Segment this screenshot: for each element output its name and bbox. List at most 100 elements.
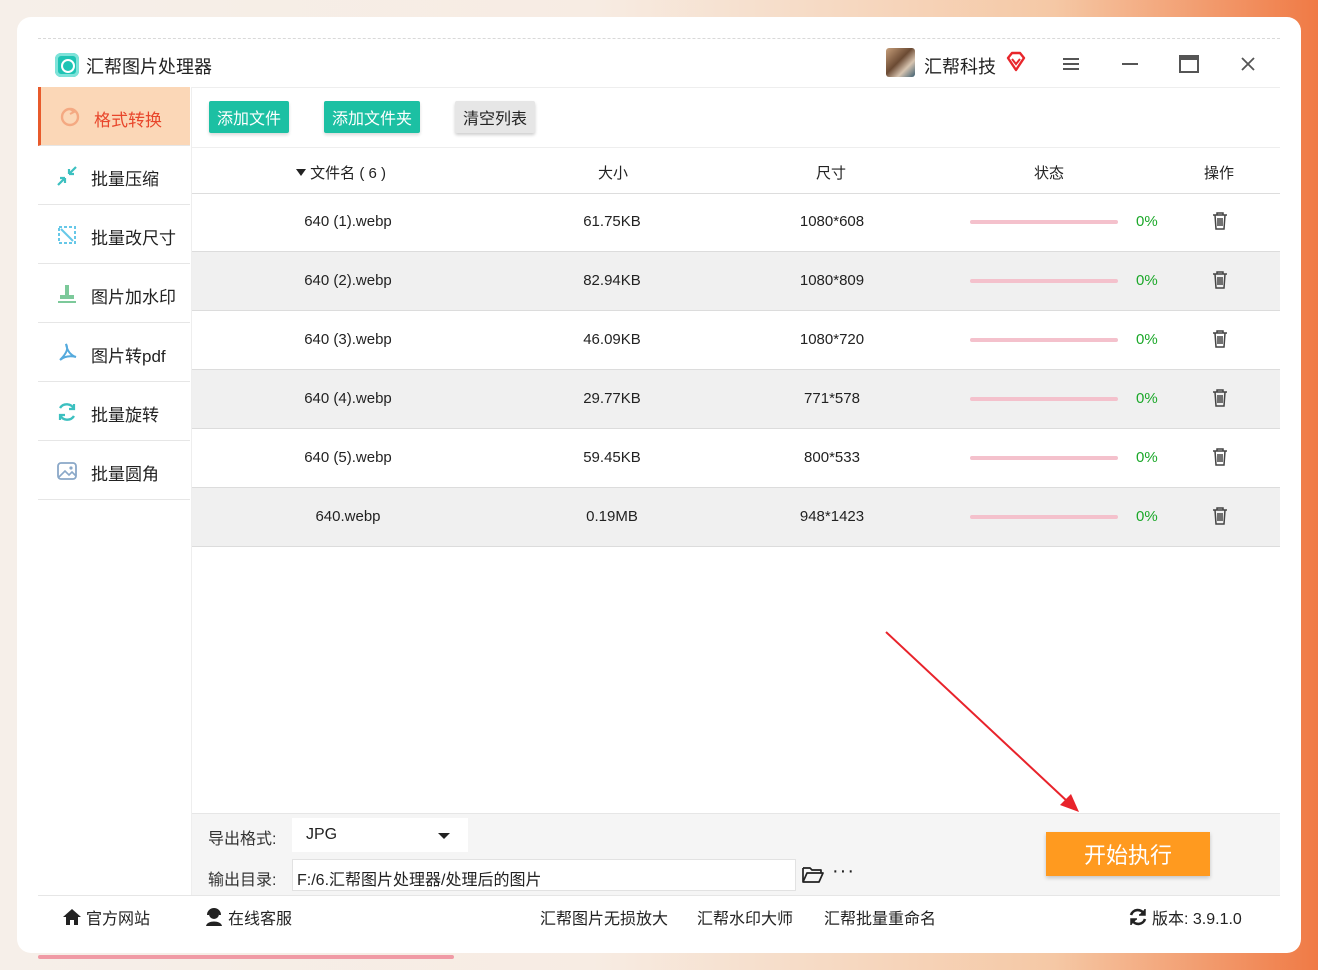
stamp-icon: [58, 285, 76, 303]
file-dimensions: 1080*608: [799, 213, 865, 230]
progress-percent: 0%: [1136, 213, 1158, 230]
header-dimensions: 尺寸: [816, 165, 847, 182]
progress-percent: 0%: [1136, 449, 1158, 466]
file-name: 640.webp: [315, 508, 381, 525]
table-row[interactable]: 640 (4).webp 29.77KB 771*578 0%: [192, 370, 1280, 429]
sort-name-header[interactable]: 文件名 ( 6 ): [296, 162, 386, 183]
sidebar-item-format-convert[interactable]: 格式转换: [38, 87, 190, 146]
add-folder-button[interactable]: 添加文件夹: [324, 101, 420, 133]
sidebar: 格式转换 批量压缩 批量改尺寸 图片加水印 图片转pdf 批量旋转 批量圆角: [38, 87, 192, 895]
rotate-icon: [58, 403, 76, 421]
file-size: 29.77KB: [583, 390, 641, 407]
sidebar-item-label: 批量改尺寸: [91, 229, 176, 248]
progress-bar: [970, 515, 1118, 519]
progress-bar: [970, 220, 1118, 224]
file-size: 82.94KB: [583, 272, 641, 289]
app-title: 汇帮图片处理器: [86, 57, 212, 77]
app-logo-icon: [55, 53, 79, 77]
sidebar-item-watermark[interactable]: 图片加水印: [38, 264, 190, 323]
file-size: 61.75KB: [583, 213, 641, 230]
sidebar-item-label: 批量压缩: [91, 170, 159, 189]
trash-icon[interactable]: [1210, 270, 1230, 290]
sidebar-item-resize[interactable]: 批量改尺寸: [38, 205, 190, 264]
sidebar-item-topdf[interactable]: 图片转pdf: [38, 323, 190, 382]
progress-percent: 0%: [1136, 390, 1158, 407]
sidebar-item-compress[interactable]: 批量压缩: [38, 146, 190, 205]
progress-percent: 0%: [1136, 508, 1158, 525]
more-button[interactable]: ···: [832, 860, 855, 883]
vip-diamond-icon[interactable]: [1006, 51, 1026, 73]
output-dir-input[interactable]: [292, 859, 796, 891]
header-status: 状态: [1034, 165, 1065, 182]
file-name: 640 (3).webp: [304, 331, 392, 348]
trash-icon[interactable]: [1210, 506, 1230, 526]
main-content: 添加文件 添加文件夹 清空列表 文件名 ( 6 ) 大小 尺寸 状态 操作 64…: [192, 87, 1280, 896]
maximize-button[interactable]: [1176, 51, 1202, 77]
footer-link-upscale[interactable]: 汇帮图片无损放大: [540, 905, 668, 929]
file-name: 640 (5).webp: [304, 449, 392, 466]
online-support-link[interactable]: 在线客服: [204, 905, 292, 929]
trash-icon[interactable]: [1210, 211, 1230, 231]
footer-bar: 官方网站 在线客服 汇帮图片无损放大 汇帮水印大师 汇帮批量重命名 版本: 3.…: [38, 895, 1280, 932]
trash-icon[interactable]: [1210, 388, 1230, 408]
minimize-button[interactable]: [1117, 51, 1143, 77]
start-button[interactable]: 开始执行: [1046, 832, 1210, 876]
refresh-icon: [1129, 908, 1147, 926]
sidebar-item-rotate[interactable]: 批量旋转: [38, 382, 190, 441]
minimize-icon: [1122, 63, 1138, 65]
footer-link-rename[interactable]: 汇帮批量重命名: [824, 905, 936, 929]
compress-icon: [57, 166, 77, 186]
file-name: 640 (2).webp: [304, 272, 392, 289]
pdf-icon: [59, 343, 77, 361]
table-row[interactable]: 640 (2).webp 82.94KB 1080*809 0%: [192, 252, 1280, 311]
format-select[interactable]: JPG: [292, 818, 468, 852]
file-dimensions: 1080*720: [799, 331, 865, 348]
sidebar-item-label: 批量旋转: [91, 406, 159, 425]
file-dimensions: 771*578: [804, 390, 860, 407]
file-dimensions: 948*1423: [799, 508, 865, 525]
clear-list-button[interactable]: 清空列表: [455, 101, 535, 133]
file-size: 46.09KB: [583, 331, 641, 348]
table-row[interactable]: 640 (5).webp 59.45KB 800*533 0%: [192, 429, 1280, 488]
sidebar-item-rounded[interactable]: 批量圆角: [38, 441, 190, 500]
table-header: 文件名 ( 6 ) 大小 尺寸 状态 操作: [192, 147, 1280, 194]
header-name: 文件名 ( 6 ): [310, 165, 387, 182]
add-file-button[interactable]: 添加文件: [209, 101, 289, 133]
official-website-link[interactable]: 官方网站: [62, 905, 150, 929]
progress-bar: [970, 397, 1118, 401]
footer-link-watermark[interactable]: 汇帮水印大师: [697, 905, 793, 929]
close-button[interactable]: [1235, 51, 1261, 77]
horizontal-scrollbar[interactable]: [38, 955, 454, 959]
file-size: 59.45KB: [583, 449, 641, 466]
menu-button[interactable]: [1058, 51, 1084, 77]
user-name[interactable]: 汇帮科技: [924, 53, 996, 79]
sidebar-item-label: 格式转换: [94, 111, 162, 130]
support-agent-icon: [206, 908, 222, 926]
format-label: 导出格式:: [208, 831, 277, 848]
trash-icon[interactable]: [1210, 447, 1230, 467]
format-value: JPG: [306, 826, 338, 843]
sidebar-item-label: 批量圆角: [91, 465, 159, 484]
app-window: 汇帮图片处理器 汇帮科技 格式转换 批量压缩 批量改尺寸 图片加水印 图片转pd…: [38, 38, 1280, 932]
version-info[interactable]: 版本: 3.9.1.0: [1128, 905, 1242, 929]
file-size: 0.19MB: [586, 508, 638, 525]
table-row[interactable]: 640.webp 0.19MB 948*1423 0%: [192, 488, 1280, 547]
file-dimensions: 800*533: [804, 449, 860, 466]
avatar[interactable]: [886, 48, 915, 77]
progress-bar: [970, 338, 1118, 342]
file-dimensions: 1080*809: [799, 272, 865, 289]
folder-open-icon[interactable]: [802, 865, 824, 885]
file-name: 640 (4).webp: [304, 390, 392, 407]
trash-icon[interactable]: [1210, 329, 1230, 349]
hamburger-icon: [1063, 58, 1079, 70]
convert-icon: [60, 107, 80, 127]
table-row[interactable]: 640 (1).webp 61.75KB 1080*608 0%: [192, 193, 1280, 252]
home-icon: [63, 909, 81, 925]
header-size: 大小: [598, 165, 629, 182]
website-label: 官方网站: [86, 911, 151, 928]
close-icon: [1241, 57, 1255, 71]
chevron-down-icon: [438, 833, 450, 839]
version-label: 版本: 3.9.1.0: [1152, 911, 1242, 928]
progress-bar: [970, 456, 1118, 460]
table-row[interactable]: 640 (3).webp 46.09KB 1080*720 0%: [192, 311, 1280, 370]
